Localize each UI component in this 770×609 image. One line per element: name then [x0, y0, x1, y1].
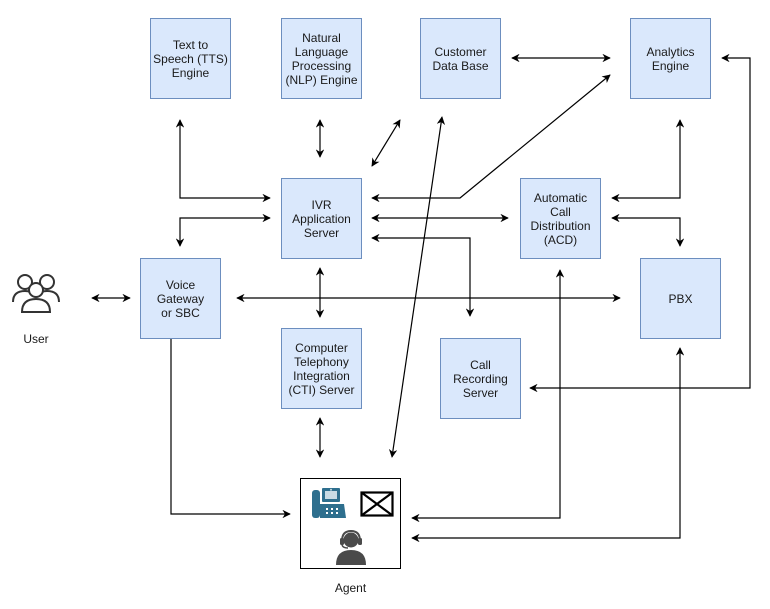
node-call-recording[interactable]: Call Recording Server — [440, 338, 521, 419]
node-voice-gateway[interactable]: Voice Gateway or SBC — [140, 258, 221, 339]
agent-box[interactable] — [300, 478, 401, 569]
user-actor[interactable]: User — [10, 270, 62, 350]
edge-gateway-agent — [166, 323, 291, 519]
node-customer-database[interactable]: Customer Data Base — [420, 18, 501, 99]
user-label: User — [23, 332, 49, 346]
node-analytics-engine[interactable]: Analytics Engine — [630, 18, 711, 99]
edge-ivr-recording — [371, 233, 475, 317]
agent-label: Agent — [334, 581, 367, 595]
edge-db-ivr — [371, 119, 401, 167]
users-group-icon — [12, 274, 60, 313]
node-pbx[interactable]: PBX — [640, 258, 721, 339]
edge-agent-db — [388, 116, 446, 458]
edge-tts-ivr — [175, 119, 271, 203]
node-acd[interactable]: Automatic Call Distribution (ACD) — [520, 178, 601, 259]
edge-gateway-ivr — [175, 213, 271, 247]
desk-phone-icon — [312, 488, 346, 518]
node-cti-server[interactable]: Computer Telephony Integration (CTI) Ser… — [281, 328, 362, 409]
node-nlp-engine[interactable]: Natural Language Processing (NLP) Engine — [281, 18, 362, 99]
node-ivr-server[interactable]: IVR Application Server — [281, 178, 362, 259]
edge-acd-analytics — [611, 119, 685, 203]
envelope-icon — [360, 491, 394, 517]
node-tts-engine[interactable]: Text to Speech (TTS) Engine — [150, 18, 231, 99]
edge-acd-pbx — [611, 213, 685, 247]
headset-agent-icon — [336, 529, 366, 565]
